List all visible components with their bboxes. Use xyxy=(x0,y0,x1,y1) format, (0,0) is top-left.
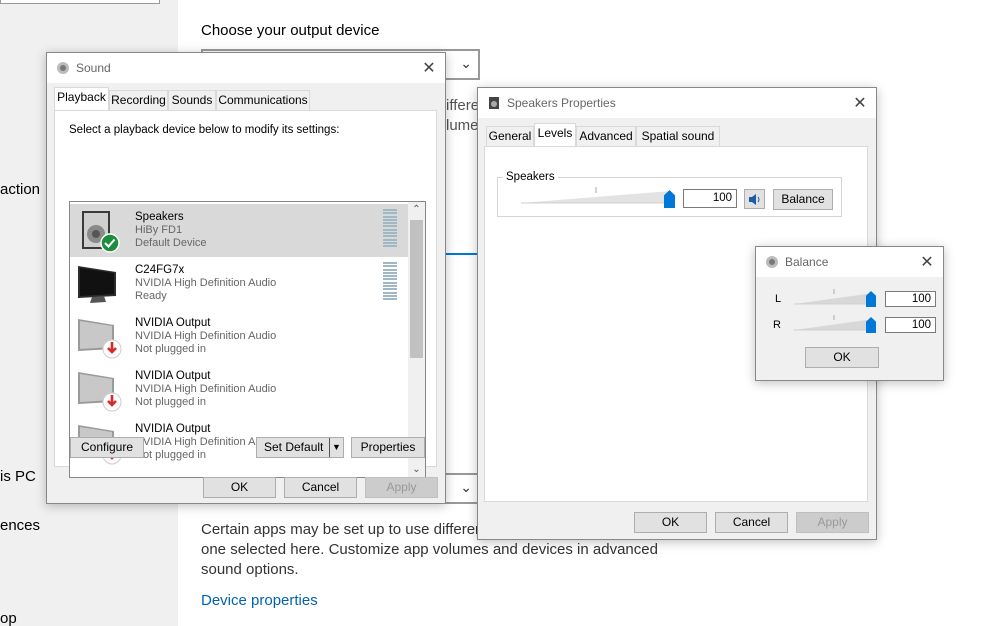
partial-text: lume xyxy=(446,117,479,134)
tab-recording[interactable]: Recording xyxy=(109,90,168,110)
apply-button[interactable]: Apply xyxy=(365,477,438,498)
ok-button[interactable]: OK xyxy=(203,477,276,498)
instruction-text: Select a playback device below to modify… xyxy=(69,124,340,136)
device-name: NVIDIA Output xyxy=(135,423,211,435)
tab-spatial-sound[interactable]: Spatial sound xyxy=(636,126,720,146)
device-status: Ready xyxy=(135,290,167,302)
scrollbar-thumb[interactable] xyxy=(410,220,423,358)
channel-label-left: L xyxy=(775,293,782,305)
speakers-titlebar[interactable]: Speakers Properties ✕ xyxy=(478,88,876,118)
channel-label-right: R xyxy=(773,319,781,331)
right-balance-value[interactable]: 100 xyxy=(885,317,936,333)
tab-communications[interactable]: Communications xyxy=(216,90,310,110)
dropdown-arrow-icon[interactable]: ▼ xyxy=(329,438,343,457)
sidebar-search-box[interactable] xyxy=(0,0,160,4)
volume-slider-track xyxy=(446,253,478,255)
device-status: Not plugged in xyxy=(135,343,206,355)
apply-button[interactable]: Apply xyxy=(796,512,869,533)
app-device-dropdown[interactable]: ⌄ xyxy=(440,473,480,504)
ok-button[interactable]: OK xyxy=(805,347,879,368)
device-status: Not plugged in xyxy=(135,396,206,408)
level-value-field[interactable]: 100 xyxy=(683,189,737,208)
device-driver: NVIDIA High Definition Audio xyxy=(135,383,277,395)
nav-item-experiences[interactable]: ences xyxy=(0,517,40,534)
monitor-icon xyxy=(78,266,116,303)
tab-levels[interactable]: Levels xyxy=(534,123,576,146)
device-status: Not plugged in xyxy=(135,449,206,461)
right-balance-slider[interactable] xyxy=(794,315,874,333)
speaker-icon xyxy=(82,211,120,253)
nav-item-this-pc[interactable]: is PC xyxy=(0,468,36,485)
tab-sounds[interactable]: Sounds xyxy=(168,90,216,110)
configure-button[interactable]: Configure xyxy=(70,437,144,458)
set-default-button[interactable]: Set Default ▼ xyxy=(256,437,344,458)
cancel-button[interactable]: Cancel xyxy=(715,512,788,533)
device-name: C24FG7x xyxy=(135,264,185,276)
group-label: Speakers xyxy=(503,171,558,183)
device-name: NVIDIA Output xyxy=(135,370,211,382)
cancel-button[interactable]: Cancel xyxy=(284,477,357,498)
speaker-icon xyxy=(57,62,69,74)
mute-button[interactable] xyxy=(744,189,765,209)
close-icon[interactable]: ✕ xyxy=(852,93,868,113)
description-line: sound options. xyxy=(201,561,299,578)
sound-dialog: Sound ✕ Playback Recording Sounds Commun… xyxy=(46,52,446,504)
balance-button[interactable]: Balance xyxy=(773,189,833,210)
level-meter xyxy=(383,209,397,249)
device-status: Default Device xyxy=(135,237,207,249)
list-item[interactable]: C24FG7x NVIDIA High Definition Audio Rea… xyxy=(70,257,408,310)
set-default-label: Set Default xyxy=(264,440,324,454)
speaker-icon xyxy=(489,97,499,109)
chevron-down-icon: ⌄ xyxy=(460,479,472,495)
volume-icon xyxy=(749,194,760,205)
device-driver: HiBy FD1 xyxy=(135,224,183,236)
nav-item-app[interactable]: op xyxy=(0,610,17,626)
description-line: one selected here. Customize app volumes… xyxy=(201,541,658,558)
speakers-title: Speakers Properties xyxy=(507,96,616,110)
ok-button[interactable]: OK xyxy=(634,512,707,533)
device-properties-link[interactable]: Device properties xyxy=(201,592,318,609)
device-name: NVIDIA Output xyxy=(135,317,211,329)
close-icon[interactable]: ✕ xyxy=(421,58,437,78)
device-list-scrollbar[interactable]: ⌃ ⌄ xyxy=(408,202,425,477)
list-item[interactable]: NVIDIA Output NVIDIA High Definition Aud… xyxy=(70,310,408,363)
sound-titlebar[interactable]: Sound ✕ xyxy=(47,53,445,83)
chevron-down-icon: ⌄ xyxy=(460,55,472,71)
list-item[interactable]: Speakers HiBy FD1 Default Device xyxy=(70,204,408,257)
device-name: Speakers xyxy=(135,211,184,223)
nav-item-notifications[interactable]: action xyxy=(0,181,40,198)
monitor-icon xyxy=(78,372,122,412)
playback-panel: Select a playback device below to modify… xyxy=(54,110,437,478)
speakers-level-slider[interactable] xyxy=(521,187,671,207)
balance-titlebar[interactable]: Balance ✕ xyxy=(756,247,943,277)
left-balance-value[interactable]: 100 xyxy=(885,291,936,307)
close-icon[interactable]: ✕ xyxy=(919,252,935,272)
monitor-icon xyxy=(78,319,122,359)
tab-playback[interactable]: Playback xyxy=(54,87,109,110)
properties-button[interactable]: Properties xyxy=(351,437,425,458)
tab-general[interactable]: General xyxy=(486,126,534,146)
sound-title: Sound xyxy=(76,61,111,75)
speaker-icon xyxy=(766,256,778,268)
balance-title: Balance xyxy=(785,255,829,269)
chevron-down-icon[interactable]: ⌄ xyxy=(408,464,425,475)
device-driver: NVIDIA High Definition Audio xyxy=(135,277,277,289)
balance-dialog: Balance ✕ L 100 R 100 OK xyxy=(755,246,944,381)
device-driver: NVIDIA High Definition Audio xyxy=(135,330,277,342)
left-balance-slider[interactable] xyxy=(794,289,874,307)
level-meter xyxy=(383,262,397,302)
tab-advanced[interactable]: Advanced xyxy=(576,126,636,146)
chevron-up-icon[interactable]: ⌃ xyxy=(408,204,425,215)
output-device-heading: Choose your output device xyxy=(201,22,380,39)
list-item[interactable]: NVIDIA Output NVIDIA High Definition Aud… xyxy=(70,363,408,416)
